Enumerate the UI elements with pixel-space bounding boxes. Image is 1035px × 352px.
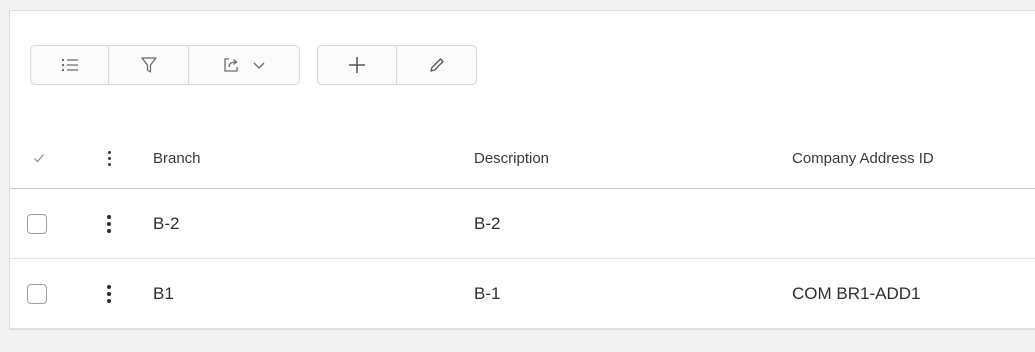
table-row[interactable]: B1 B-1 COM BR1-ADD1: [10, 259, 1035, 329]
chevron-down-icon: [253, 62, 265, 69]
table-row[interactable]: B-2 B-2: [10, 189, 1035, 259]
grid-toolbar: [30, 45, 477, 85]
cell-description: B-1: [474, 283, 501, 303]
export-dropdown-button[interactable]: [189, 46, 299, 84]
row-checkbox[interactable]: [27, 213, 47, 234]
branch-table: Branch Description Company Address ID B-…: [10, 128, 1035, 329]
view-tools-group: [30, 45, 300, 85]
filter-button[interactable]: [109, 46, 189, 84]
edit-tools-group: [317, 45, 477, 85]
cell-description: B-2: [474, 213, 501, 233]
row-checkbox[interactable]: [27, 283, 47, 304]
table-header-row: Branch Description Company Address ID: [10, 128, 1035, 189]
row-menu-icon[interactable]: [106, 214, 112, 233]
edit-row-button[interactable]: [397, 46, 476, 84]
export-icon: [224, 58, 238, 72]
page: Branch Description Company Address ID B-…: [0, 0, 1035, 352]
column-header-description[interactable]: Description: [474, 150, 549, 167]
column-header-branch[interactable]: Branch: [153, 150, 201, 167]
cell-company-address-id: COM BR1-ADD1: [792, 283, 921, 303]
cell-branch: B1: [153, 283, 174, 303]
filter-icon: [140, 57, 157, 73]
pencil-icon: [429, 58, 444, 72]
branch-grid-panel: Branch Description Company Address ID B-…: [9, 10, 1035, 330]
cell-branch: B-2: [153, 213, 180, 233]
column-header-company-address-id[interactable]: Company Address ID: [792, 150, 934, 167]
header-menu-icon[interactable]: [106, 150, 112, 166]
plus-icon: [349, 57, 365, 73]
add-row-button[interactable]: [318, 46, 397, 84]
column-chooser-button[interactable]: [31, 46, 109, 84]
list-settings-icon: [61, 59, 78, 71]
row-menu-icon[interactable]: [106, 284, 112, 303]
select-all-check-icon[interactable]: [33, 150, 45, 167]
